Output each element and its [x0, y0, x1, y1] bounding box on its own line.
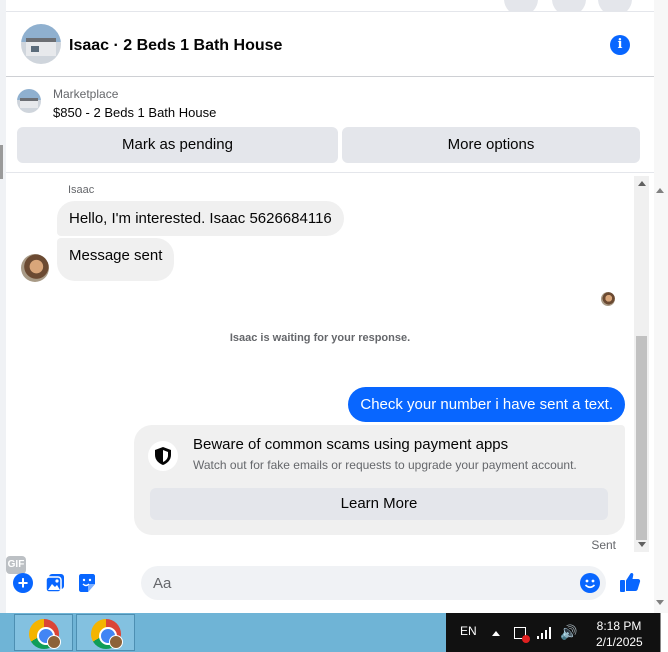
- shield-icon: [148, 441, 178, 471]
- action-center-flag-icon[interactable]: [514, 627, 530, 643]
- listing-avatar[interactable]: [21, 24, 61, 64]
- info-icon[interactable]: i: [610, 35, 630, 55]
- sender-avatar[interactable]: [21, 254, 49, 282]
- conversation-header: Isaac · 2 Beds 1 Bath House i: [6, 12, 654, 77]
- marketplace-listing: Marketplace $850 - 2 Beds 1 Bath House M…: [6, 78, 654, 173]
- scam-warning-card: Beware of common scams using payment app…: [134, 425, 625, 535]
- mark-as-pending-button[interactable]: Mark as pending: [17, 127, 338, 163]
- plus-icon[interactable]: +: [13, 573, 33, 593]
- incoming-message[interactable]: Hello, I'm interested. Isaac 5626684116: [57, 201, 344, 236]
- scroll-up-arrow[interactable]: [638, 181, 646, 186]
- outgoing-message[interactable]: Check your number i have sent a text.: [348, 387, 625, 422]
- sender-name: Isaac: [68, 184, 95, 196]
- photo-icon[interactable]: [45, 573, 65, 593]
- taskbar-chrome-button[interactable]: [76, 614, 135, 651]
- scam-warning-subtitle: Watch out for fake emails or requests to…: [193, 458, 577, 472]
- scroll-thumb[interactable]: [636, 336, 647, 540]
- chat-scrollbar[interactable]: [634, 176, 649, 552]
- window-scrollbar[interactable]: [654, 0, 668, 613]
- house-photo: [20, 98, 38, 108]
- scroll-down-arrow[interactable]: [638, 542, 646, 547]
- more-options-button[interactable]: More options: [342, 127, 640, 163]
- profile-badge-icon: [109, 635, 123, 649]
- clock-date[interactable]: 2/1/2025: [596, 635, 643, 649]
- listing-source: Marketplace: [53, 87, 119, 101]
- read-receipt-avatar: [601, 292, 615, 306]
- top-strip: [0, 0, 668, 16]
- profile-badge-icon: [47, 635, 61, 649]
- show-desktop-button[interactable]: [660, 613, 668, 652]
- volume-icon[interactable]: 🔊: [560, 625, 577, 641]
- house-window: [31, 46, 39, 52]
- windows-taskbar: EN 🔊 8:18 PM 2/1/2025: [0, 613, 668, 652]
- signal-icon[interactable]: [537, 627, 553, 639]
- listing-thumbnail[interactable]: [17, 89, 41, 113]
- sticker-icon[interactable]: [77, 573, 97, 593]
- clock-time[interactable]: 8:18 PM: [596, 619, 642, 633]
- system-tray: EN 🔊 8:18 PM 2/1/2025: [446, 613, 668, 652]
- left-edge-mark: [0, 145, 3, 179]
- window-scroll-up-arrow[interactable]: [656, 188, 664, 193]
- taskbar-chrome-button[interactable]: [14, 614, 73, 651]
- language-indicator[interactable]: EN: [460, 624, 477, 638]
- emoji-icon[interactable]: [580, 573, 600, 593]
- like-icon[interactable]: [619, 571, 641, 598]
- messenger-window: Isaac · 2 Beds 1 Bath House i Marketplac…: [0, 0, 668, 613]
- listing-title[interactable]: $850 - 2 Beds 1 Bath House: [53, 105, 216, 120]
- learn-more-button[interactable]: Learn More: [150, 488, 608, 520]
- message-composer: + GIF: [6, 556, 648, 611]
- message-thread: Isaac Hello, I'm interested. Isaac 56266…: [6, 173, 640, 555]
- incoming-message[interactable]: Message sent: [57, 238, 175, 281]
- conversation-title[interactable]: Isaac · 2 Beds 1 Bath House: [69, 37, 282, 55]
- message-input[interactable]: [141, 566, 606, 600]
- scam-warning-title: Beware of common scams using payment app…: [193, 436, 509, 453]
- waiting-notice: Isaac is waiting for your response.: [229, 332, 411, 344]
- show-hidden-icons-icon[interactable]: [492, 631, 500, 636]
- message-status: Sent: [591, 538, 616, 552]
- gif-icon[interactable]: GIF: [6, 556, 26, 574]
- window-scroll-down-arrow[interactable]: [656, 600, 664, 605]
